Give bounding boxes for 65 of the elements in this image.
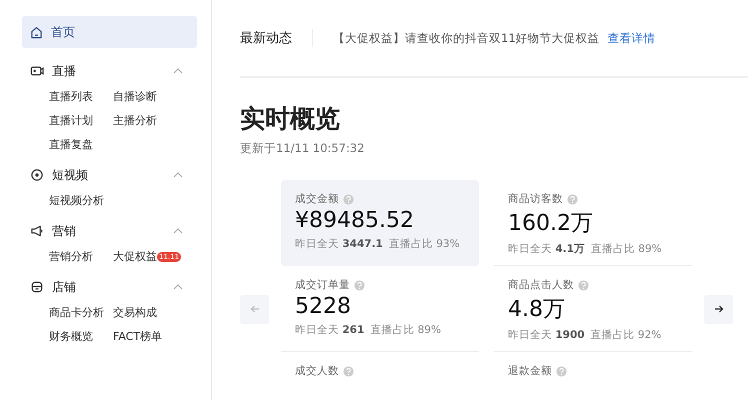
sidebar-link[interactable]: 短视频分析 — [49, 193, 104, 208]
metric-label: 成交金额 — [295, 192, 339, 206]
right-arrow-icon — [714, 304, 724, 314]
camera-icon — [30, 64, 44, 78]
metric-label: 商品点击人数 — [508, 278, 574, 292]
live-share-text: 直播占比 89% — [590, 242, 662, 256]
sidebar-link[interactable]: 交易构成 — [113, 305, 157, 320]
metric-label: 成交订单量 — [295, 278, 350, 292]
live-share-text: 直播占比 92% — [590, 328, 662, 342]
circle-icon — [30, 168, 44, 182]
sidebar-link[interactable]: FACT榜单 — [113, 329, 162, 344]
section-title[interactable]: 短视频 — [52, 166, 88, 184]
news-message: 【大促权益】请查收你的抖音双11好物节大促权益 — [333, 30, 600, 46]
news-title: 最新动态 — [240, 29, 313, 47]
chevron-icon[interactable] — [173, 284, 183, 290]
yesterday-text: 昨日全天 1900 — [508, 328, 585, 342]
section-title[interactable]: 直播 — [52, 62, 76, 80]
metric-value: 5228 — [295, 294, 352, 319]
sidebar-link[interactable]: 商品卡分析 — [49, 305, 104, 320]
sidebar-link[interactable]: 财务概览 — [49, 329, 93, 344]
yesterday-text: 昨日全天 3447.1 — [295, 237, 383, 251]
megaphone-icon — [30, 224, 44, 238]
sidebar-item[interactable]: 首页 — [22, 16, 197, 48]
metric-value: 4.8万 — [508, 296, 566, 324]
shop-icon — [30, 280, 44, 294]
section-title[interactable]: 店铺 — [52, 278, 76, 296]
sidebar-link[interactable]: 直播计划 — [49, 113, 93, 128]
sidebar-link[interactable]: 营销分析 — [49, 249, 93, 264]
home-icon — [30, 26, 43, 38]
help-icon[interactable] — [343, 366, 354, 376]
live-share-text: 直播占比 89% — [370, 323, 441, 337]
metric-card[interactable]: 商品点击人数 4.8万 昨日全天 1900 直播占比 92% — [494, 266, 692, 352]
chevron-icon[interactable] — [173, 228, 183, 234]
update-time: 更新于11/11 10:57:32 — [240, 141, 366, 156]
metric-card[interactable]: 成交金额 ¥89485.52 昨日全天 3447.1 直播占比 93% — [281, 180, 479, 266]
yesterday-text: 昨日全天 4.1万 — [508, 242, 585, 256]
yesterday-text: 昨日全天 261 — [295, 323, 364, 337]
metric-label: 成交人数 — [295, 364, 339, 378]
help-icon[interactable] — [578, 280, 589, 290]
sidebar-link[interactable]: 主播分析 — [113, 113, 157, 128]
next-button[interactable] — [704, 294, 733, 324]
details-link[interactable]: 查看详情 — [608, 30, 656, 46]
sidebar-link[interactable]: 直播复盘 — [49, 137, 93, 152]
section-title[interactable]: 营销 — [52, 222, 76, 240]
metric-value: ¥89485.52 — [295, 208, 415, 233]
previous-button[interactable] — [240, 294, 269, 324]
help-icon[interactable] — [354, 280, 365, 290]
page-title: 实时概览 — [240, 103, 341, 135]
metric-card[interactable]: 退款金额 — [494, 352, 692, 400]
chevron-icon[interactable] — [173, 68, 183, 74]
help-icon[interactable] — [567, 194, 578, 204]
metric-label: 商品访客数 — [508, 192, 563, 206]
sidebar-link[interactable]: 大促权益 — [113, 249, 157, 264]
sidebar-link[interactable]: 自播诊断 — [113, 89, 157, 104]
left-arrow-icon — [250, 304, 260, 314]
sidebar-link[interactable]: 直播列表 — [49, 89, 93, 104]
live-share-text: 直播占比 93% — [388, 237, 460, 251]
metric-label: 退款金额 — [508, 364, 552, 378]
metric-card[interactable]: 成交人数 — [281, 352, 479, 400]
metric-card[interactable]: 成交订单量 5228 昨日全天 261 直播占比 89% — [281, 266, 479, 352]
metric-card[interactable]: 商品访客数 160.2万 昨日全天 4.1万 直播占比 89% — [494, 180, 692, 266]
metric-value: 160.2万 — [508, 210, 594, 238]
help-icon[interactable] — [343, 194, 354, 204]
help-icon[interactable] — [556, 366, 567, 376]
chevron-icon[interactable] — [173, 172, 183, 178]
